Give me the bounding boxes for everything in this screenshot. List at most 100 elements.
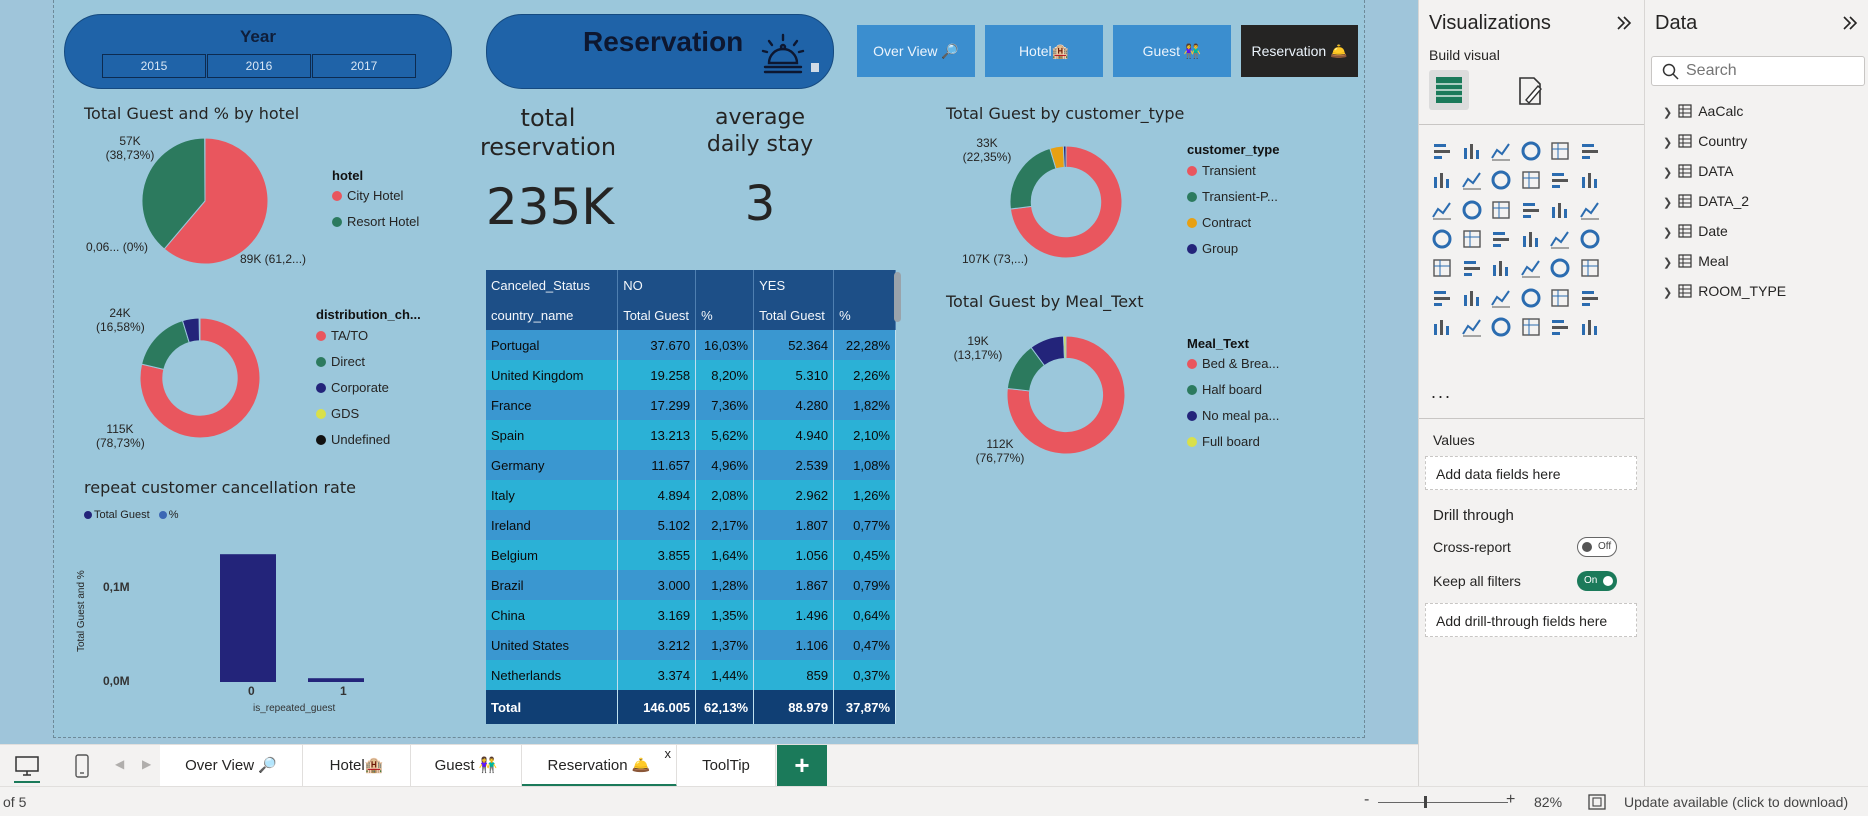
more-visuals-icon[interactable]: ...	[1431, 382, 1452, 403]
field-item[interactable]: ❯ DATA_2	[1663, 186, 1786, 216]
keep-filters-toggle[interactable]: On	[1577, 571, 1617, 591]
extra-visual-icon[interactable]	[1579, 316, 1601, 338]
field-item[interactable]: ❯ Country	[1663, 126, 1786, 156]
hotel-pie-chart[interactable]	[140, 136, 270, 266]
expand-chevron-icon[interactable]: ❯	[1663, 107, 1672, 119]
custom-visual-icon[interactable]	[1520, 316, 1542, 338]
tab-tooltip[interactable]: ToolTip	[677, 745, 776, 787]
field-item[interactable]: ❯ DATA	[1663, 156, 1786, 186]
update-available-link[interactable]: Update available (click to download)	[1624, 794, 1848, 810]
clustered-column-icon[interactable]	[1520, 140, 1542, 162]
year-button-2015[interactable]: 2015	[102, 54, 206, 78]
legend-item[interactable]: Half board	[1187, 377, 1279, 403]
table-row[interactable]: Italy 4.894 2,08% 2.962 1,26%	[486, 480, 896, 510]
legend-item[interactable]: Undefined	[316, 427, 390, 453]
field-item[interactable]: ❯ Meal	[1663, 246, 1786, 276]
pie-slice[interactable]	[1063, 335, 1067, 359]
pie-icon[interactable]	[1520, 199, 1542, 221]
legend-item[interactable]: Full board	[1187, 429, 1279, 455]
field-item[interactable]: ❯ Date	[1663, 216, 1786, 246]
add-page-button[interactable]: +	[777, 745, 827, 787]
field-item[interactable]: ❯ ROOM_TYPE	[1663, 276, 1786, 306]
funnel-icon[interactable]	[1461, 199, 1483, 221]
kpi-icon[interactable]	[1431, 257, 1453, 279]
collapse-pane-icon[interactable]	[1615, 14, 1633, 32]
nav-button-reservation[interactable]: Reservation 🛎️	[1241, 25, 1358, 77]
zoom-slider-thumb[interactable]	[1424, 796, 1427, 808]
waterfall-icon[interactable]	[1431, 199, 1453, 221]
zoom-slider[interactable]	[1378, 802, 1508, 803]
table-row[interactable]: France 17.299 7,36% 4.280 1,82%	[486, 390, 896, 420]
expand-chevron-icon[interactable]: ❯	[1663, 257, 1672, 269]
table-row[interactable]: Portugal 37.670 16,03% 52.364 22,28%	[486, 330, 896, 360]
matrix-header-cell[interactable]: country_name	[486, 300, 619, 330]
cross-report-toggle[interactable]: Off	[1577, 537, 1617, 557]
bar[interactable]	[308, 678, 364, 682]
gauge-icon[interactable]	[1520, 228, 1542, 250]
table-row[interactable]: United Kingdom 19.258 8,20% 5.310 2,26%	[486, 360, 896, 390]
expand-chevron-icon[interactable]: ❯	[1663, 227, 1672, 239]
legend-item[interactable]: Transient	[1187, 158, 1278, 184]
nav-button-guest[interactable]: Guest 👫	[1113, 25, 1231, 77]
year-button-2016[interactable]: 2016	[207, 54, 311, 78]
field-item[interactable]: ❯ AaCalc	[1663, 96, 1786, 126]
matrix-header-cell[interactable]: %	[833, 300, 896, 330]
table-row[interactable]: Spain 13.213 5,62% 4.940 2,10%	[486, 420, 896, 450]
tab-overview[interactable]: Over View 🔎	[160, 745, 303, 787]
expand-chevron-icon[interactable]: ❯	[1663, 167, 1672, 179]
expand-chevron-icon[interactable]: ❯	[1663, 137, 1672, 149]
close-tab-icon[interactable]: x	[665, 733, 672, 775]
expand-chevron-icon[interactable]: ❯	[1663, 197, 1672, 209]
donut-icon[interactable]	[1549, 199, 1571, 221]
resize-handle[interactable]	[811, 63, 819, 72]
table-row[interactable]: United States 3.212 1,37% 1.106 0,47%	[486, 630, 896, 660]
year-button-2017[interactable]: 2017	[312, 54, 416, 78]
fit-to-page-icon[interactable]	[1588, 794, 1606, 810]
ribbon-icon[interactable]	[1520, 169, 1542, 191]
decomposition-tree-icon[interactable]	[1461, 287, 1483, 309]
line-chart-icon[interactable]	[1431, 169, 1453, 191]
desktop-view-icon[interactable]	[14, 755, 40, 777]
matrix-icon[interactable]	[1520, 257, 1542, 279]
power-apps-icon[interactable]	[1431, 316, 1453, 338]
legend-item[interactable]: GDS	[316, 401, 390, 427]
tab-guest[interactable]: Guest 👫	[411, 745, 522, 787]
legend-item[interactable]: %	[158, 509, 178, 521]
matrix-header-cell[interactable]: Total Guest	[617, 300, 697, 330]
table-row[interactable]: Belgium 3.855 1,64% 1.056 0,45%	[486, 540, 896, 570]
legend-item[interactable]: Corporate	[316, 375, 390, 401]
matrix-header-cell[interactable]: NO	[617, 270, 697, 300]
smart-narrative-icon[interactable]	[1520, 287, 1542, 309]
tab-scroll-right-icon[interactable]: ▶	[142, 757, 151, 771]
key-influencers-icon[interactable]	[1431, 287, 1453, 309]
100-column-icon[interactable]	[1579, 140, 1601, 162]
build-visual-tab[interactable]	[1429, 70, 1469, 110]
legend-item[interactable]: City Hotel	[332, 183, 419, 209]
legend-item[interactable]: TA/TO	[316, 323, 390, 349]
data-search-input[interactable]	[1686, 60, 1856, 82]
nav-button-overview[interactable]: Over View 🔎	[857, 25, 975, 77]
table-icon[interactable]	[1490, 257, 1512, 279]
card-icon[interactable]	[1549, 228, 1571, 250]
scatter-icon[interactable]	[1490, 199, 1512, 221]
metrics-icon[interactable]	[1549, 287, 1571, 309]
table-row[interactable]: Brazil 3.000 1,28% 1.867 0,79%	[486, 570, 896, 600]
bar[interactable]	[220, 554, 276, 682]
line-clustered-icon[interactable]	[1579, 169, 1601, 191]
r-visual-icon[interactable]	[1549, 257, 1571, 279]
matrix-header-cell[interactable]: %	[695, 300, 755, 330]
legend-item[interactable]: Direct	[316, 349, 390, 375]
table-row[interactable]: China 3.169 1,35% 1.496 0,64%	[486, 600, 896, 630]
legend-item[interactable]: Total Guest	[84, 509, 150, 521]
clustered-bar-icon[interactable]	[1490, 140, 1512, 162]
legend-item[interactable]: Resort Hotel	[332, 209, 419, 235]
pie-slice[interactable]	[141, 319, 190, 370]
filled-map-icon[interactable]	[1461, 228, 1483, 250]
stacked-bar-icon[interactable]	[1431, 140, 1453, 162]
table-row[interactable]: Germany 11.657 4,96% 2.539 1,08%	[486, 450, 896, 480]
stacked-area-icon[interactable]	[1490, 169, 1512, 191]
zoom-out-button[interactable]: -	[1364, 791, 1369, 809]
legend-item[interactable]: Group	[1187, 236, 1278, 262]
python-visual-icon[interactable]	[1579, 257, 1601, 279]
multirow-card-icon[interactable]	[1579, 228, 1601, 250]
